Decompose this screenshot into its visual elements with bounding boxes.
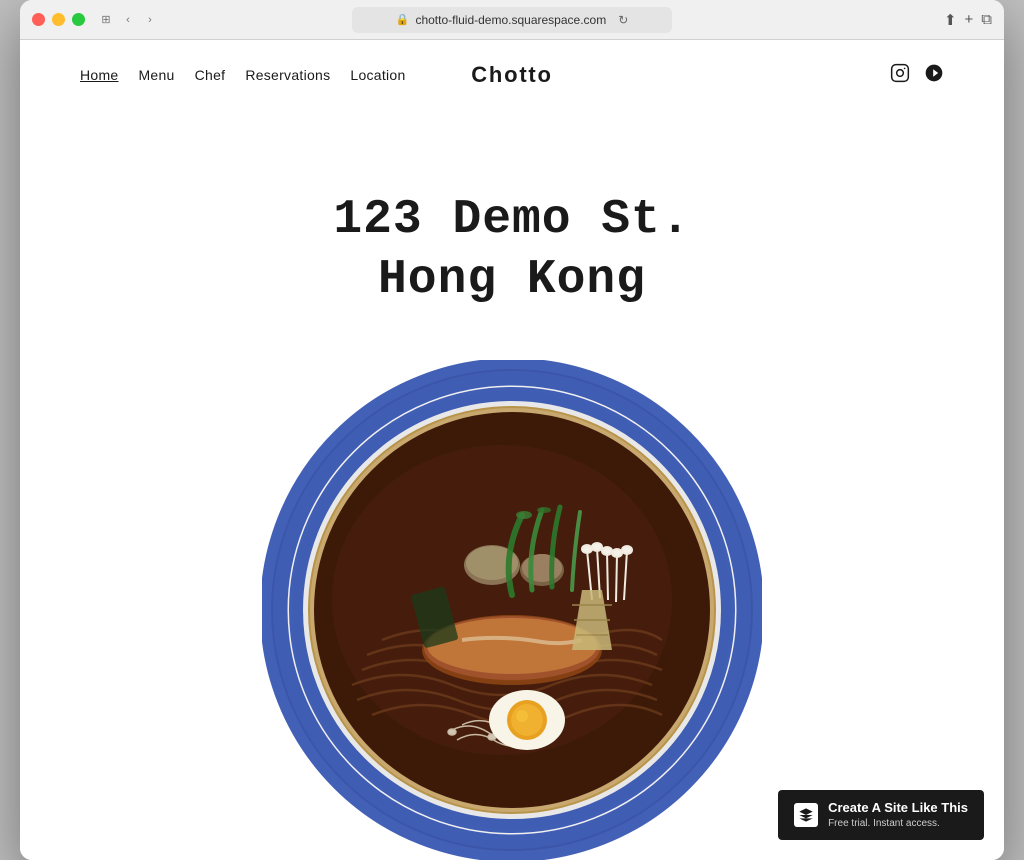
new-tab-button[interactable]: + [965, 11, 974, 28]
mac-window: ⊞ ‹ › 🔒 chotto-fluid-demo.squarespace.co… [20, 0, 1004, 860]
url-text: chotto-fluid-demo.squarespace.com [415, 13, 606, 27]
window-actions: ⬆ + ⧉ [944, 11, 992, 29]
nav-menu[interactable]: Menu [138, 67, 174, 83]
forward-button[interactable]: › [141, 11, 159, 29]
lock-icon: 🔒 [396, 13, 410, 26]
sidebar-toggle-button[interactable]: ⊞ [97, 11, 115, 29]
share-button[interactable]: ⬆ [944, 11, 957, 29]
refresh-icon[interactable]: ↻ [618, 13, 628, 27]
website-content: Home Menu Chef Reservations Location Cho… [20, 40, 1004, 860]
minimize-button[interactable] [52, 13, 65, 26]
nav-reservations[interactable]: Reservations [245, 67, 330, 83]
traffic-lights [32, 13, 85, 26]
instagram-icon[interactable] [890, 63, 910, 88]
main-content: 123 Demo St. Hong Kong [20, 110, 1004, 860]
close-button[interactable] [32, 13, 45, 26]
bowl-image [262, 360, 762, 860]
nav-right [890, 63, 944, 88]
nav-chef[interactable]: Chef [195, 67, 226, 83]
address-line2: Hong Kong [333, 250, 690, 310]
brand-name[interactable]: Chotto [471, 62, 552, 88]
squarespace-badge[interactable]: Create A Site Like This Free trial. Inst… [778, 790, 984, 840]
back-button[interactable]: ‹ [119, 11, 137, 29]
badge-text: Create A Site Like This Free trial. Inst… [828, 800, 968, 830]
badge-subtitle: Free trial. Instant access. [828, 817, 968, 830]
address-heading: 123 Demo St. Hong Kong [333, 190, 690, 310]
maximize-button[interactable] [72, 13, 85, 26]
tabs-button[interactable]: ⧉ [981, 11, 992, 28]
window-controls: ⊞ ‹ › [97, 11, 159, 29]
navigation: Home Menu Chef Reservations Location Cho… [20, 40, 1004, 110]
badge-title: Create A Site Like This [828, 800, 968, 817]
address-line1: 123 Demo St. [333, 190, 690, 250]
yelp-icon[interactable] [924, 63, 944, 88]
nav-home[interactable]: Home [80, 67, 118, 83]
squarespace-icon [794, 803, 818, 827]
url-bar[interactable]: 🔒 chotto-fluid-demo.squarespace.com ↻ [352, 7, 672, 33]
nav-left: Home Menu Chef Reservations Location [80, 67, 406, 83]
title-bar: ⊞ ‹ › 🔒 chotto-fluid-demo.squarespace.co… [20, 0, 1004, 40]
nav-location[interactable]: Location [350, 67, 405, 83]
